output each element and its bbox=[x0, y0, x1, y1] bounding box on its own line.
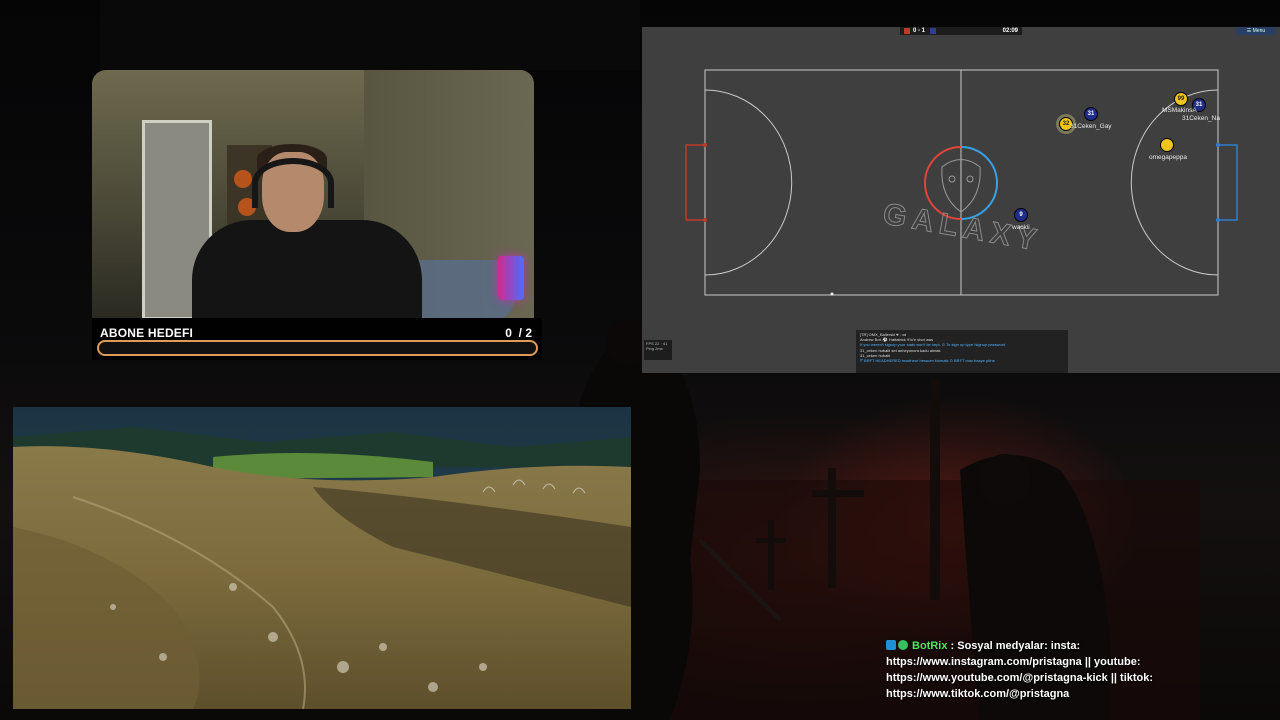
fps-display: FPS 22 · 41 Ping 2ms bbox=[644, 340, 672, 360]
subscriber-goal: ABONE HEDEFI 0 / 2 bbox=[92, 318, 542, 360]
player-disc: 99 bbox=[1174, 92, 1188, 106]
terrain-video bbox=[13, 407, 631, 709]
game-view: 0 - 1 02:09 ☰ Menu GALAXY 31 32 31Ceken_… bbox=[642, 27, 1280, 373]
soccer-field: GALAXY bbox=[685, 69, 1238, 296]
player-disc bbox=[1160, 138, 1174, 152]
streamer-body bbox=[192, 220, 422, 318]
goal-current: 0 bbox=[505, 326, 512, 340]
goal-target: / 2 bbox=[518, 326, 532, 340]
chat-line: ⁉ BRFT HEADHERED mostheur hesuum kiomalk… bbox=[860, 358, 995, 364]
ping-value: Ping 2ms bbox=[646, 346, 663, 351]
bot-badge-icon bbox=[886, 640, 896, 650]
player-name: MSMakinsA bbox=[1162, 107, 1197, 114]
player-disc: 9 bbox=[1014, 208, 1028, 222]
game-chat: [TR] OMX_Ballerski ♥ : xd Andrew Bot: ⚽ … bbox=[856, 330, 1068, 373]
player-name: wackii bbox=[1012, 224, 1030, 231]
player-disc: 31 bbox=[1084, 107, 1098, 121]
goal-title: ABONE HEDEFI bbox=[100, 326, 194, 340]
player-name: 31Ceken_Na bbox=[1182, 115, 1220, 122]
terrain-scene bbox=[13, 407, 631, 709]
webcam-feed bbox=[92, 70, 534, 318]
player-name: 31Ceken_Gay bbox=[1070, 123, 1112, 130]
headset-icon bbox=[252, 158, 334, 208]
rgb-light bbox=[498, 256, 524, 300]
bot-chat-message: BotRix : Sosyal medyalar: insta: https:/… bbox=[886, 638, 1166, 702]
goal-count: 0 / 2 bbox=[505, 326, 532, 340]
bot-username: BotRix bbox=[912, 640, 948, 652]
verified-icon bbox=[898, 640, 908, 650]
goal-progress-bar bbox=[97, 340, 538, 356]
player-name: omegapeppa bbox=[1149, 154, 1187, 161]
